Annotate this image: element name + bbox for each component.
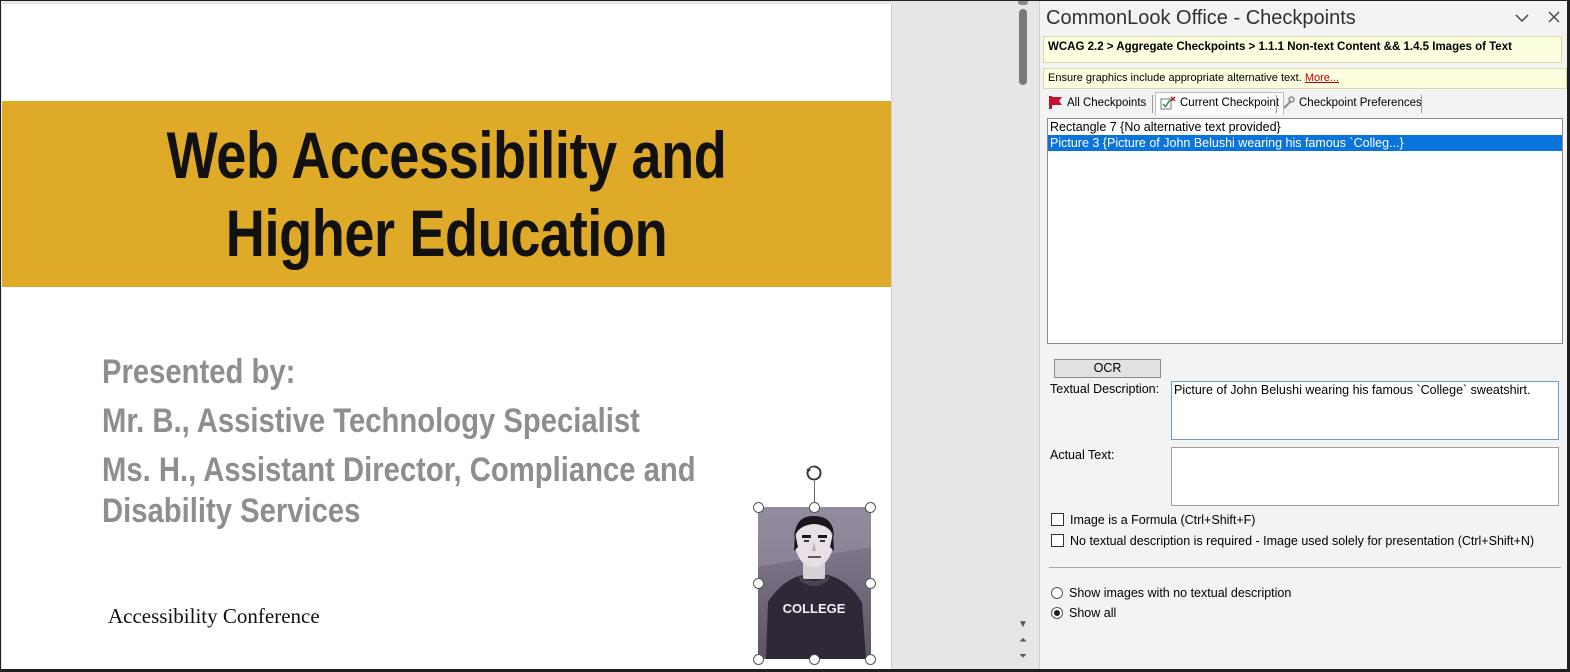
formula-checkbox[interactable]: Image is a Formula (Ctrl+Shift+F) xyxy=(1051,513,1255,527)
more-link[interactable]: More... xyxy=(1305,72,1339,84)
pane-title: CommonLook Office - Checkpoints xyxy=(1046,7,1356,29)
slide-title[interactable]: Web Accessibility and Higher Education xyxy=(82,116,811,272)
formula-checkbox-label: Image is a Formula (Ctrl+Shift+F) xyxy=(1070,513,1256,527)
checkbox-box[interactable] xyxy=(1051,534,1064,547)
no-description-checkbox[interactable]: No textual description is required - Ima… xyxy=(1051,534,1534,548)
scrollbar-top-cap xyxy=(1018,1,1028,5)
presenter-1: Mr. B., Assistive Technology Specialist xyxy=(102,402,640,440)
actual-text-label: Actual Text: xyxy=(1050,448,1115,462)
title-line-2: Higher Education xyxy=(225,196,668,270)
application-window: Web Accessibility and Higher Education P… xyxy=(1,1,1567,669)
rotate-handle-icon[interactable] xyxy=(805,464,823,482)
sweatshirt-caption: COLLEGE xyxy=(783,601,846,616)
tab-separator xyxy=(1276,95,1277,113)
tab-current-checkpoint-label: Current Checkpoint xyxy=(1180,97,1280,109)
selected-picture[interactable]: COLLEGE xyxy=(758,507,871,659)
tab-all-checkpoints-label: All Checkpoints xyxy=(1067,97,1147,109)
tab-all-checkpoints[interactable]: All Checkpoints xyxy=(1049,93,1146,114)
tab-checkpoint-preferences[interactable]: Checkpoint Preferences xyxy=(1281,93,1422,114)
show-no-description-label: Show images with no textual description xyxy=(1069,586,1292,600)
tab-separator xyxy=(1152,95,1153,113)
divider xyxy=(1049,567,1561,568)
pane-options-chevron-icon[interactable] xyxy=(1512,9,1532,29)
checkpoint-items-list[interactable]: Rectangle 7 {No alternative text provide… xyxy=(1047,118,1563,344)
resize-handle-tl[interactable] xyxy=(753,502,764,513)
footer-text[interactable]: Accessibility Conference xyxy=(108,604,320,629)
textual-description-label: Textual Description: xyxy=(1050,382,1160,396)
tab-current-checkpoint[interactable]: Current Checkpoint xyxy=(1155,92,1285,115)
presenter-2: Ms. H., Assistant Director, Compliance a… xyxy=(102,451,696,530)
previous-slide-icon[interactable]: ⏶ xyxy=(1017,635,1029,647)
resize-handle-l[interactable] xyxy=(753,578,764,589)
scroll-down-arrow-icon[interactable]: ▼ xyxy=(1017,619,1029,631)
checkbox-box[interactable] xyxy=(1051,513,1064,526)
radio-button[interactable] xyxy=(1051,587,1063,599)
presenters-textbox[interactable]: Presented by: Mr. B., Assistive Technolo… xyxy=(102,352,773,540)
close-icon[interactable] xyxy=(1544,9,1564,29)
textual-description-field[interactable]: Picture of John Belushi wearing his famo… xyxy=(1171,381,1559,440)
resize-handle-r[interactable] xyxy=(865,578,876,589)
resize-handle-bl[interactable] xyxy=(753,654,764,665)
flag-icon xyxy=(1049,96,1062,110)
belushi-photo: COLLEGE xyxy=(758,507,871,659)
presented-by-label: Presented by: xyxy=(102,353,296,391)
show-all-label: Show all xyxy=(1069,606,1117,620)
show-no-description-radio[interactable]: Show images with no textual description xyxy=(1051,586,1291,600)
preferences-icon xyxy=(1283,96,1295,109)
scrollbar-thumb[interactable] xyxy=(1019,9,1027,85)
resize-handle-b[interactable] xyxy=(809,654,820,665)
list-item[interactable]: Rectangle 7 {No alternative text provide… xyxy=(1048,119,1562,135)
tab-separator xyxy=(1421,95,1422,113)
title-line-1: Web Accessibility and xyxy=(166,118,727,192)
hint-text: Ensure graphics include appropriate alte… xyxy=(1048,72,1302,84)
resize-handle-t[interactable] xyxy=(809,502,820,513)
resize-handle-tr[interactable] xyxy=(865,502,876,513)
slide-editor: Web Accessibility and Higher Education P… xyxy=(1,1,1015,669)
resize-handle-br[interactable] xyxy=(865,654,876,665)
next-slide-icon[interactable]: ⏷ xyxy=(1017,651,1029,663)
radio-button-selected[interactable] xyxy=(1051,607,1063,619)
list-item-selected[interactable]: Picture 3 {Picture of John Belushi weari… xyxy=(1048,135,1562,151)
actual-text-field[interactable] xyxy=(1171,447,1559,506)
show-all-radio[interactable]: Show all xyxy=(1051,606,1116,620)
vertical-scrollbar[interactable]: ▼ ⏶ ⏷ xyxy=(1015,1,1031,669)
tab-checkpoint-preferences-label: Checkpoint Preferences xyxy=(1299,97,1422,109)
no-description-checkbox-label: No textual description is required - Ima… xyxy=(1070,534,1535,548)
checkpoint-hint: Ensure graphics include appropriate alte… xyxy=(1043,68,1567,89)
ocr-button[interactable]: OCR xyxy=(1054,359,1161,378)
checklist-icon xyxy=(1160,96,1176,110)
checkpoints-pane: CommonLook Office - Checkpoints WCAG 2.2… xyxy=(1039,1,1567,669)
checkpoint-breadcrumb: WCAG 2.2 > Aggregate Checkpoints > 1.1.1… xyxy=(1043,36,1562,63)
